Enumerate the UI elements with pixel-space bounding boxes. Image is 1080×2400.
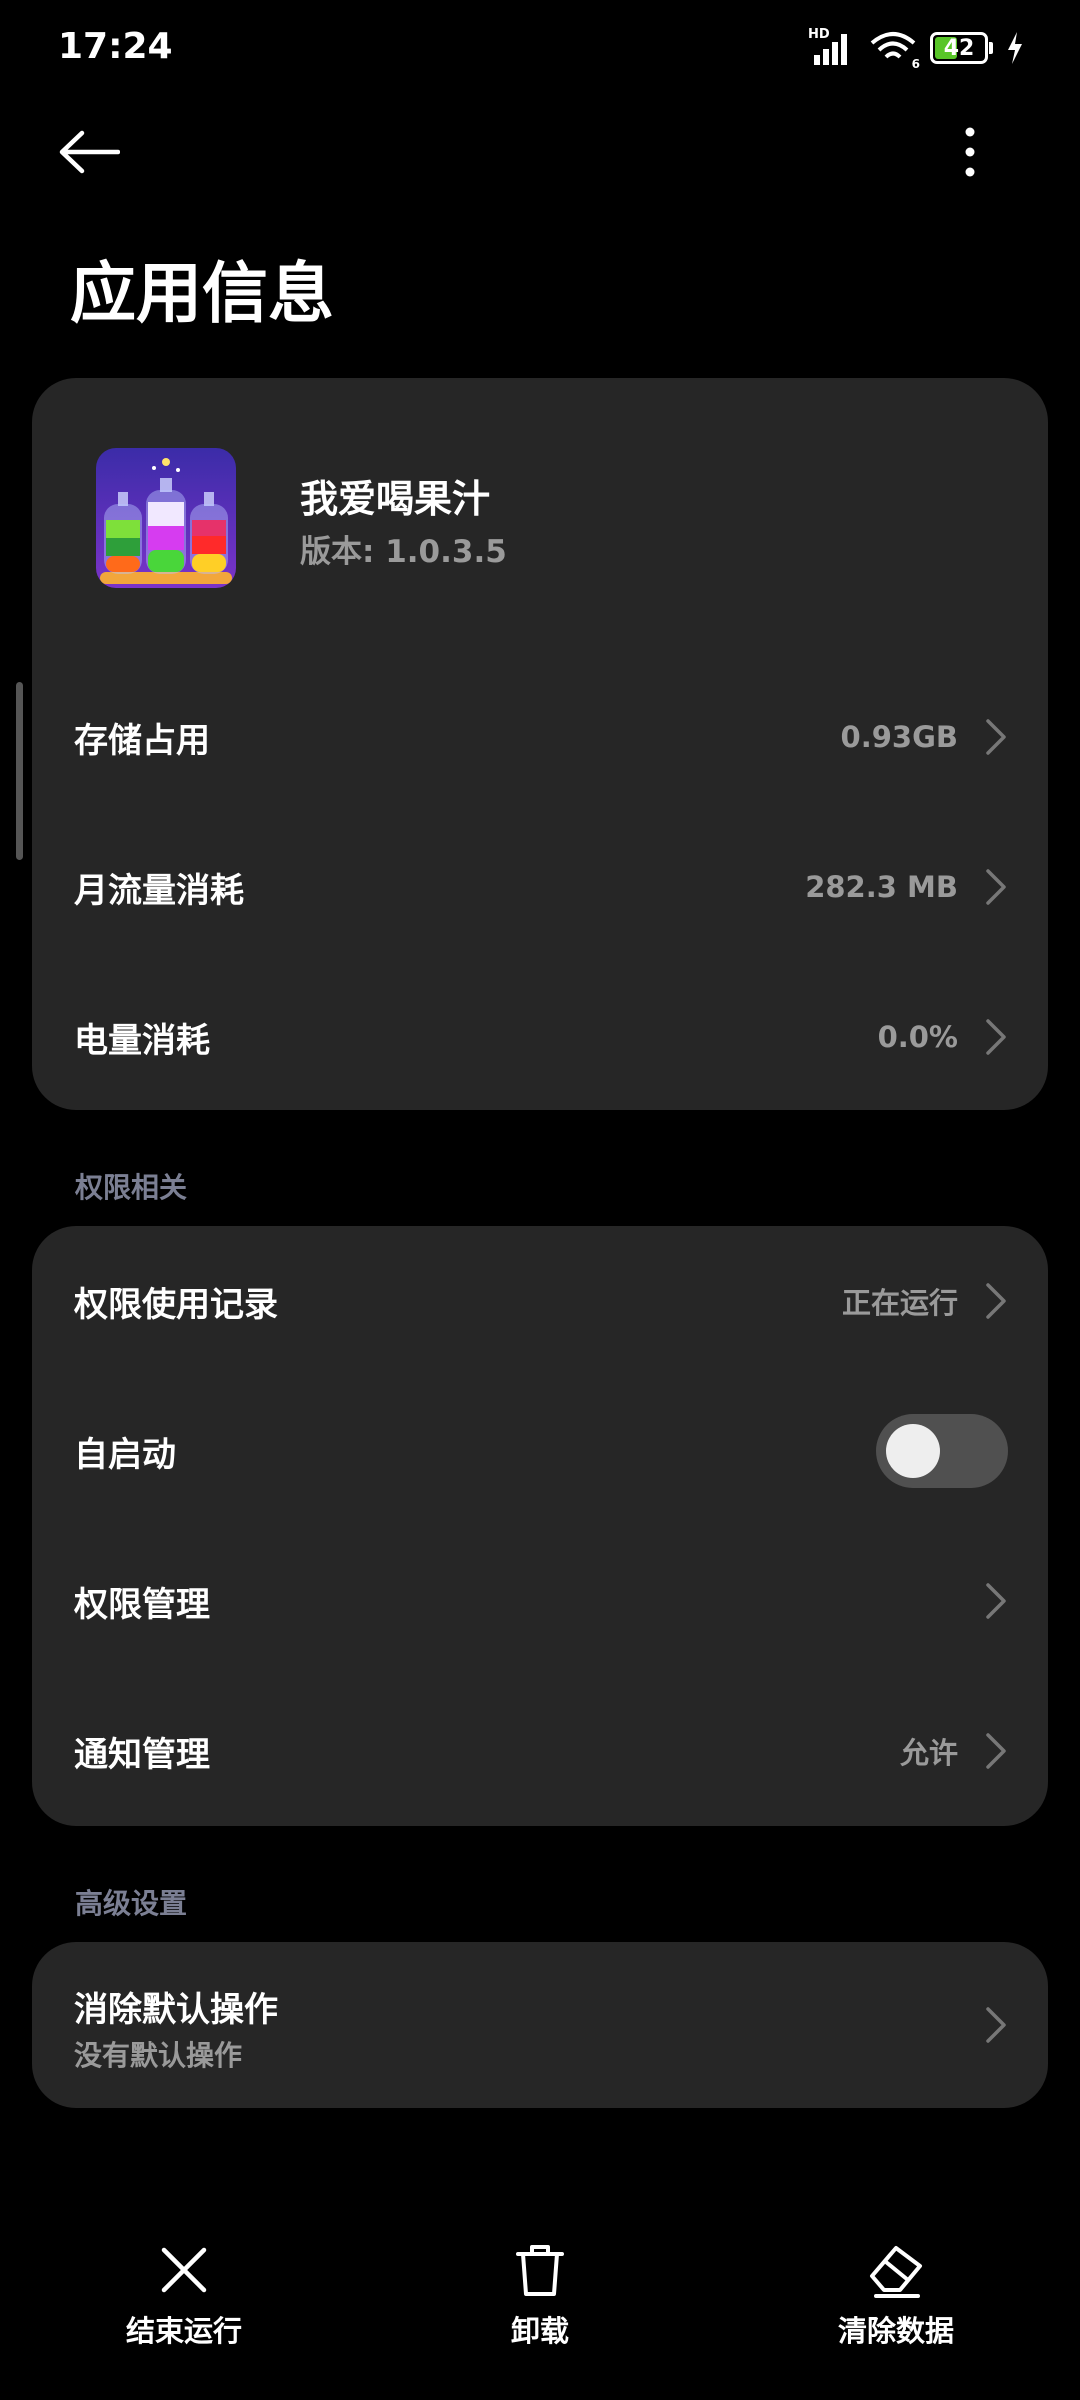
more-button[interactable]: [940, 112, 1000, 192]
data-usage-row[interactable]: 月流量消耗 282.3 MB: [32, 812, 1048, 962]
clear-data-label: 清除数据: [837, 2314, 954, 2348]
permission-record-label: 权限使用记录: [74, 1284, 278, 1325]
permissions-card: 权限使用记录 正在运行 自启动 权限管理 通知管理 允许: [32, 1226, 1048, 1826]
notification-manage-row[interactable]: 通知管理 允许: [32, 1676, 1048, 1826]
storage-value: 0.93GB: [840, 720, 958, 754]
battery-icon: 42: [930, 32, 993, 64]
permission-manage-row[interactable]: 权限管理: [32, 1526, 1048, 1676]
data-usage-value: 282.3 MB: [805, 870, 958, 904]
notification-manage-value: 允许: [899, 1736, 958, 1770]
more-vertical-icon: [965, 127, 975, 177]
app-version: 版本: 1.0.3.5: [300, 534, 507, 570]
page-title: 应用信息: [70, 255, 334, 332]
toggle-knob: [886, 1424, 940, 1478]
clear-data-button[interactable]: 清除数据: [786, 2240, 1006, 2380]
app-info-card: 我爱喝果汁 版本: 1.0.3.5 存储占用 0.93GB 月流量消耗 282.…: [32, 378, 1048, 1110]
chevron-right-icon: [986, 1733, 1006, 1769]
wifi-badge: 6: [911, 57, 920, 71]
chevron-right-icon: [986, 719, 1006, 755]
status-icons: HD 6 42: [808, 27, 1024, 71]
app-name: 我爱喝果汁: [300, 477, 491, 521]
advanced-section-label: 高级设置: [75, 1887, 188, 1920]
trash-icon: [516, 2245, 564, 2296]
permission-record-row[interactable]: 权限使用记录 正在运行: [32, 1226, 1048, 1376]
clear-default-sub: 没有默认操作: [74, 2039, 243, 2072]
chevron-right-icon: [986, 1019, 1006, 1055]
back-arrow-icon: [59, 130, 120, 174]
uninstall-button[interactable]: 卸载: [430, 2240, 650, 2380]
uninstall-label: 卸载: [510, 2314, 569, 2348]
battery-usage-label: 电量消耗: [74, 1020, 210, 1061]
status-time: 17:24: [58, 26, 173, 67]
storage-row[interactable]: 存储占用 0.93GB: [32, 662, 1048, 812]
back-button[interactable]: [58, 112, 158, 192]
battery-usage-row[interactable]: 电量消耗 0.0%: [32, 962, 1048, 1112]
force-stop-button[interactable]: 结束运行: [74, 2240, 294, 2380]
scroll-indicator: [16, 682, 23, 860]
permission-manage-label: 权限管理: [74, 1584, 210, 1625]
chevron-right-icon: [986, 2007, 1006, 2043]
notification-manage-label: 通知管理: [74, 1734, 210, 1775]
wifi-icon: 6: [868, 29, 920, 71]
signal-icon: HD: [808, 27, 856, 67]
permission-record-value: 正在运行: [841, 1286, 958, 1320]
force-stop-label: 结束运行: [125, 2314, 242, 2348]
eraser-icon: [870, 2246, 922, 2298]
autostart-toggle[interactable]: [876, 1414, 1008, 1488]
advanced-card: 消除默认操作 没有默认操作: [32, 1942, 1048, 2108]
close-icon: [161, 2247, 207, 2293]
chevron-right-icon: [986, 869, 1006, 905]
app-icon: [96, 448, 236, 588]
battery-usage-value: 0.0%: [877, 1020, 958, 1054]
clear-default-row[interactable]: 消除默认操作 没有默认操作: [32, 1942, 1048, 2108]
chevron-right-icon: [986, 1283, 1006, 1319]
storage-label: 存储占用: [74, 720, 210, 761]
charging-icon: [1008, 32, 1022, 64]
chevron-right-icon: [986, 1583, 1006, 1619]
data-usage-label: 月流量消耗: [74, 870, 244, 911]
battery-level: 42: [943, 35, 975, 61]
clear-default-label: 消除默认操作: [74, 1990, 278, 2030]
autostart-row: 自启动: [32, 1376, 1048, 1526]
permissions-section-label: 权限相关: [75, 1171, 188, 1204]
autostart-label: 自启动: [74, 1434, 176, 1475]
